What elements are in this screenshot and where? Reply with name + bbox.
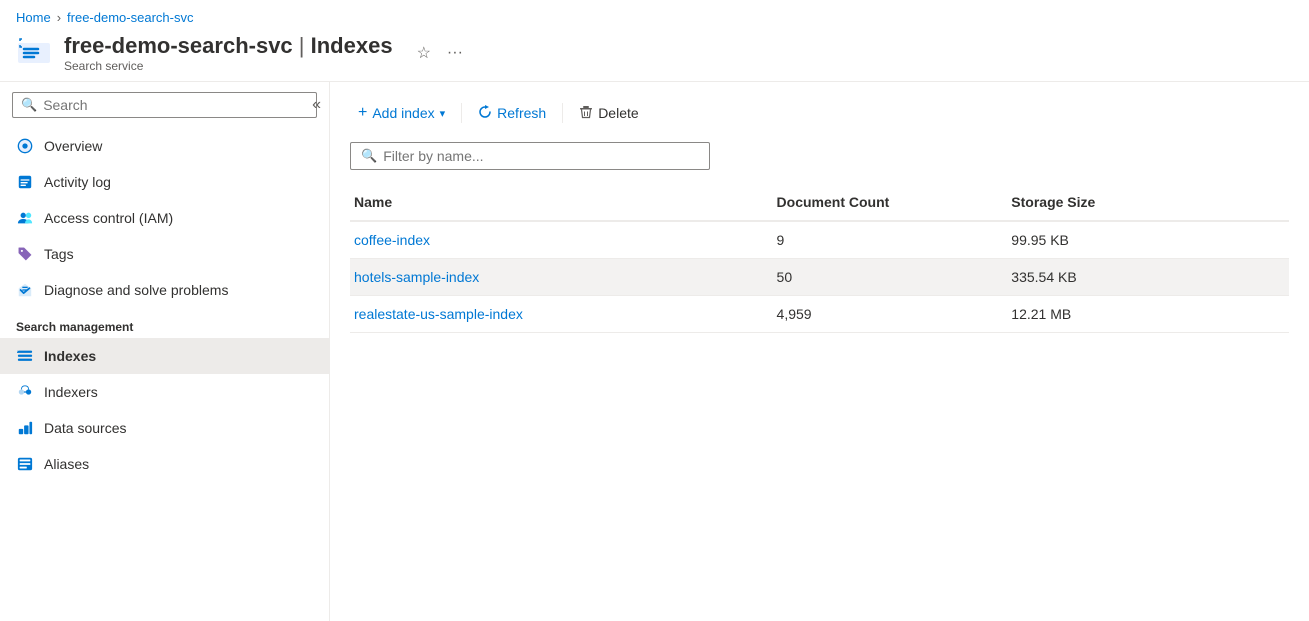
col-storage: Storage Size (1007, 186, 1289, 221)
delete-label: Delete (598, 105, 638, 121)
access-control-icon (16, 209, 34, 227)
doc-count-cell: 9 (773, 221, 1008, 259)
index-name-cell[interactable]: hotels-sample-index (350, 259, 773, 296)
service-icon (16, 35, 52, 71)
diagnose-icon (16, 281, 34, 299)
table-row: realestate-us-sample-index 4,95912.21 MB (350, 296, 1289, 333)
more-options-button[interactable]: ··· (443, 40, 467, 66)
sidebar-item-access-control-label: Access control (IAM) (44, 210, 173, 226)
delete-button[interactable]: Delete (571, 99, 646, 128)
breadcrumb-sep: › (57, 10, 61, 25)
doc-count-cell: 4,959 (773, 296, 1008, 333)
col-doc-count: Document Count (773, 186, 1008, 221)
refresh-icon (478, 105, 492, 122)
sidebar-collapse-button[interactable]: « (304, 92, 329, 118)
toolbar: + Add index ▾ Refresh (350, 98, 1289, 128)
sidebar-item-aliases[interactable]: Aliases (0, 446, 329, 482)
sidebar-item-data-sources-label: Data sources (44, 420, 126, 436)
sidebar-item-aliases-label: Aliases (44, 456, 89, 472)
doc-count-cell: 50 (773, 259, 1008, 296)
sidebar-item-indexes[interactable]: Indexes (0, 338, 329, 374)
refresh-label: Refresh (497, 105, 546, 121)
sidebar-item-indexers-label: Indexers (44, 384, 98, 400)
breadcrumb-home[interactable]: Home (16, 10, 51, 25)
index-table: Name Document Count Storage Size coffee-… (350, 186, 1289, 333)
storage-size-cell: 99.95 KB (1007, 221, 1289, 259)
search-icon: 🔍 (21, 97, 37, 113)
sidebar-item-access-control[interactable]: Access control (IAM) (0, 200, 329, 236)
content-area: + Add index ▾ Refresh (330, 82, 1309, 621)
sidebar-item-tags-label: Tags (44, 246, 74, 262)
table-row: coffee-index 999.95 KB (350, 221, 1289, 259)
sidebar-item-activity-log-label: Activity log (44, 174, 111, 190)
index-name-cell[interactable]: realestate-us-sample-index (350, 296, 773, 333)
header-title-block: free-demo-search-svc | Indexes Search se… (64, 33, 393, 73)
breadcrumb: Home › free-demo-search-svc (0, 0, 1309, 29)
storage-size-cell: 12.21 MB (1007, 296, 1289, 333)
sidebar-item-overview[interactable]: Overview (0, 128, 329, 164)
filter-bar[interactable]: 🔍 (350, 142, 710, 170)
sidebar: 🔍 « Overview (0, 82, 330, 621)
index-name-cell[interactable]: coffee-index (350, 221, 773, 259)
aliases-icon (16, 455, 34, 473)
sidebar-item-data-sources[interactable]: Data sources (0, 410, 329, 446)
header-actions: ☆ ··· (413, 39, 467, 67)
table-header-row: Name Document Count Storage Size (350, 186, 1289, 221)
sidebar-item-diagnose[interactable]: Diagnose and solve problems (0, 272, 329, 308)
sidebar-item-tags[interactable]: Tags (0, 236, 329, 272)
table-row: hotels-sample-index 50335.54 KB (350, 259, 1289, 296)
sidebar-item-diagnose-label: Diagnose and solve problems (44, 282, 228, 298)
toolbar-sep-1 (461, 103, 462, 123)
main-layout: 🔍 « Overview (0, 82, 1309, 621)
header-subtitle: Search service (64, 59, 393, 73)
sidebar-section-search-management: Search management (0, 308, 329, 338)
filter-icon: 🔍 (361, 148, 377, 164)
add-index-label: Add index (372, 105, 434, 121)
add-index-button[interactable]: + Add index ▾ (350, 98, 453, 128)
favorite-button[interactable]: ☆ (413, 39, 435, 67)
index-table-wrap: Name Document Count Storage Size coffee-… (350, 186, 1289, 605)
page-title: free-demo-search-svc | Indexes (64, 33, 393, 59)
breadcrumb-service[interactable]: free-demo-search-svc (67, 10, 193, 25)
overview-icon (16, 137, 34, 155)
search-input[interactable] (43, 97, 308, 113)
sidebar-item-overview-label: Overview (44, 138, 102, 154)
col-name: Name (350, 186, 773, 221)
delete-icon (579, 105, 593, 122)
tags-icon (16, 245, 34, 263)
add-index-icon: + (358, 104, 367, 122)
index-name-link[interactable]: realestate-us-sample-index (354, 306, 523, 322)
activity-log-icon (16, 173, 34, 191)
sidebar-item-indexes-label: Indexes (44, 348, 96, 364)
sidebar-list: Overview Activity log (0, 128, 329, 621)
storage-size-cell: 335.54 KB (1007, 259, 1289, 296)
index-name-link[interactable]: hotels-sample-index (354, 269, 479, 285)
toolbar-sep-2 (562, 103, 563, 123)
indexes-icon (16, 347, 34, 365)
indexers-icon (16, 383, 34, 401)
sidebar-search-area: 🔍 (0, 82, 329, 128)
sidebar-item-indexers[interactable]: Indexers (0, 374, 329, 410)
filter-input[interactable] (383, 148, 699, 164)
index-name-link[interactable]: coffee-index (354, 232, 430, 248)
sidebar-search-wrap[interactable]: 🔍 (12, 92, 317, 118)
page-header: free-demo-search-svc | Indexes Search se… (0, 29, 1309, 82)
sidebar-item-activity-log[interactable]: Activity log (0, 164, 329, 200)
add-index-dropdown-icon: ▾ (440, 107, 446, 120)
refresh-button[interactable]: Refresh (470, 99, 554, 128)
data-sources-icon (16, 419, 34, 437)
